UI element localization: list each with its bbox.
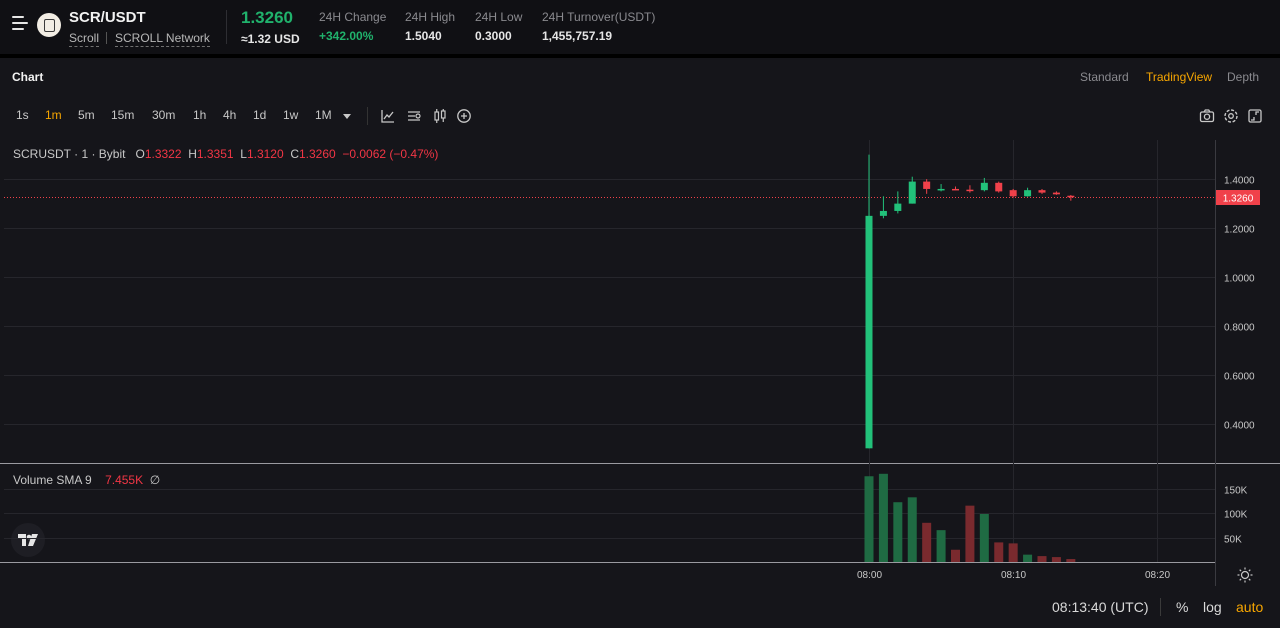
time-tick-label: 08:20 xyxy=(1145,570,1170,581)
volume-bar xyxy=(936,530,946,562)
candle-body xyxy=(908,181,916,204)
candle-body xyxy=(923,181,931,189)
price-chart[interactable]: 1.4000 1.2000 1.0000 0.8000 0.6000 0.4000 150K… xyxy=(0,0,1280,628)
sun-icon-ray xyxy=(1239,569,1242,572)
price-tick-label: 1.2000 xyxy=(1224,225,1255,236)
volume-bar xyxy=(878,473,888,562)
sun-icon-ray xyxy=(1248,569,1251,572)
candle-body xyxy=(980,182,988,191)
sun-icon xyxy=(1240,570,1250,580)
current-price-tag-label: 1.3260 xyxy=(1223,194,1254,205)
time-tick-label: 08:10 xyxy=(1001,570,1026,581)
candle-body xyxy=(995,182,1003,192)
volume-bar xyxy=(979,513,989,562)
volume-bar xyxy=(1008,543,1018,562)
candle-body xyxy=(1038,190,1046,193)
price-tick-label: 0.4000 xyxy=(1224,421,1255,432)
candle-body xyxy=(966,189,974,192)
candle-body xyxy=(1067,195,1075,198)
time-tick-label: 08:00 xyxy=(857,570,882,581)
volume-tick-label: 100K xyxy=(1224,510,1248,521)
volume-bar xyxy=(1051,557,1061,562)
sun-icon-ray xyxy=(1239,578,1242,581)
volume-bar xyxy=(951,549,960,562)
volume-bar xyxy=(922,522,932,562)
price-tick-label: 1.4000 xyxy=(1224,176,1255,187)
volume-bar xyxy=(994,542,1004,562)
volume-bar xyxy=(965,505,975,562)
volume-bar xyxy=(1066,559,1076,562)
candle-body xyxy=(937,188,945,191)
candle-body xyxy=(879,210,887,216)
volume-bar xyxy=(893,502,903,562)
volume-bar xyxy=(907,497,917,562)
volume-tick-label: 50K xyxy=(1224,535,1242,546)
candle-body xyxy=(1024,190,1032,197)
price-tick-label: 1.0000 xyxy=(1224,274,1255,285)
volume-tick-label: 150K xyxy=(1224,486,1248,497)
volume-bar xyxy=(1037,556,1047,562)
candle-body xyxy=(1009,190,1017,197)
price-tick-label: 0.6000 xyxy=(1224,372,1255,383)
volume-bar xyxy=(864,476,874,562)
candle-body xyxy=(952,188,959,191)
candle-body xyxy=(894,203,902,211)
candle-body xyxy=(1052,192,1060,195)
sun-icon-ray xyxy=(1248,578,1251,581)
volume-bar xyxy=(1023,554,1033,562)
candle-body xyxy=(865,215,873,449)
price-tick-label: 0.8000 xyxy=(1224,323,1255,334)
